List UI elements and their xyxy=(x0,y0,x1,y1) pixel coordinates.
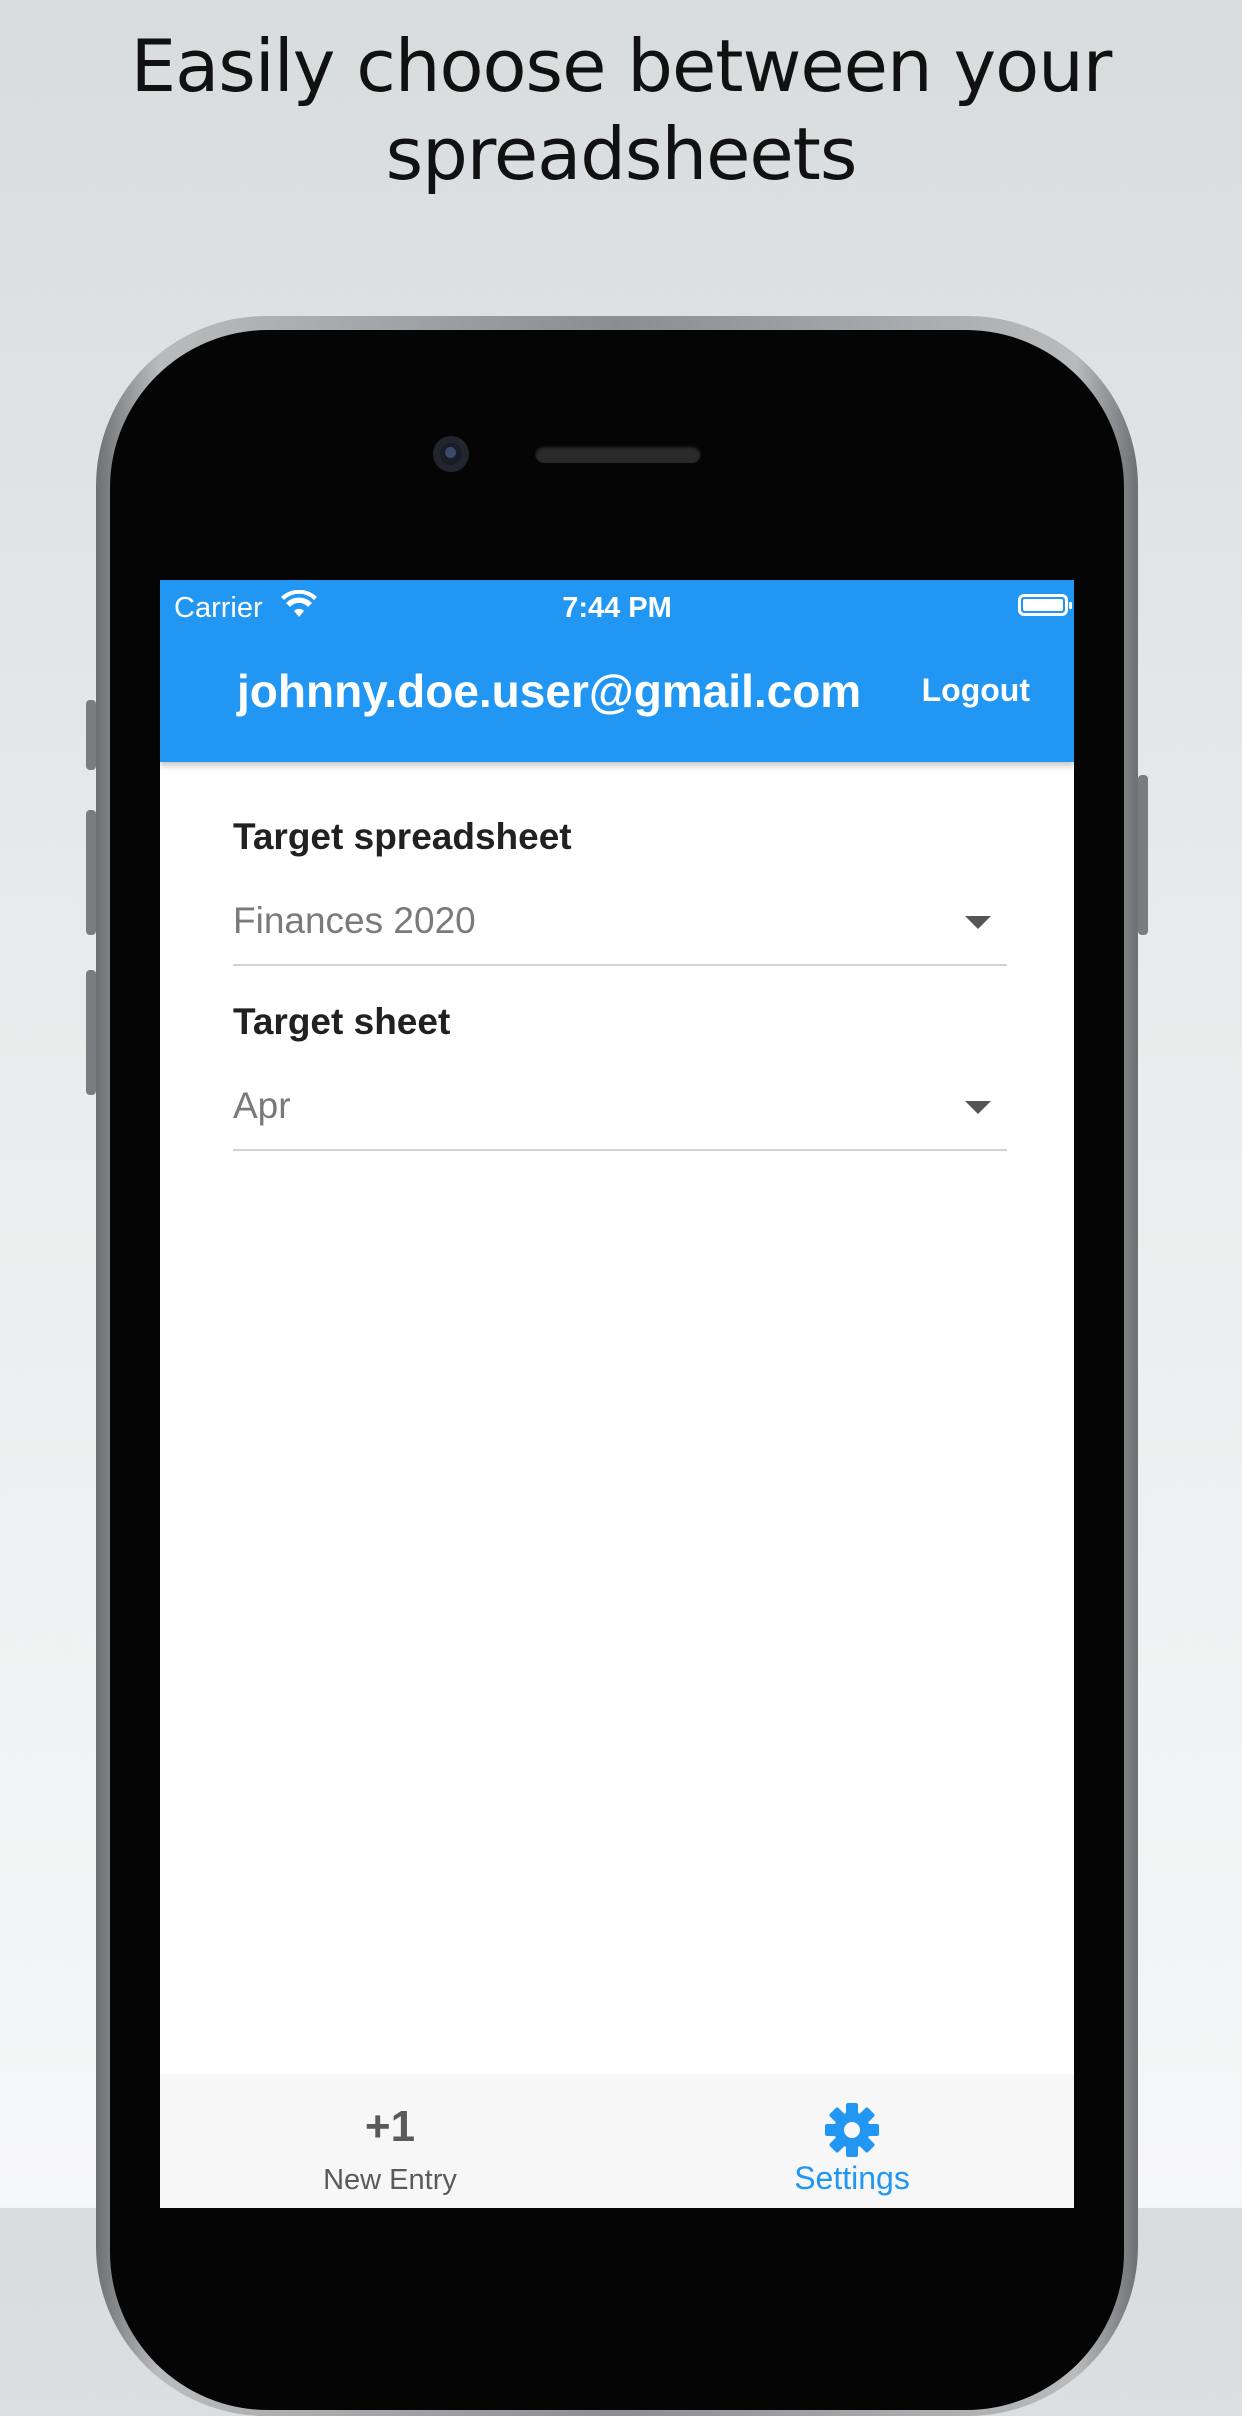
nav-tab-new-entry-label: New Entry xyxy=(323,2164,457,2196)
phone-volume-down xyxy=(86,970,96,1095)
target-sheet-value: Apr xyxy=(233,1085,291,1126)
plus-one-icon: +1 xyxy=(364,2102,416,2151)
account-email-title: johnny.doe.user@gmail.com xyxy=(237,665,862,717)
target-spreadsheet-value: Finances 2020 xyxy=(233,900,476,941)
app-screen: Carrier 7:44 PM johnny.doe.user@gmail.co… xyxy=(160,580,1074,2208)
nav-tab-new-entry[interactable]: +1 New Entry xyxy=(240,2074,540,2208)
gear-icon xyxy=(824,2102,880,2163)
phone-volume-up xyxy=(86,810,96,935)
target-spreadsheet-dropdown[interactable]: Finances 2020 xyxy=(233,894,1007,966)
earpiece-speaker xyxy=(535,445,701,463)
dropdown-arrow-icon xyxy=(965,1101,991,1114)
dropdown-arrow-icon xyxy=(965,916,991,929)
phone-power-button xyxy=(1138,775,1148,935)
app-bar: Carrier 7:44 PM johnny.doe.user@gmail.co… xyxy=(160,580,1074,762)
battery-icon xyxy=(1018,594,1072,616)
target-spreadsheet-label: Target spreadsheet xyxy=(233,816,572,857)
headline-line-1: Easily choose between your xyxy=(130,24,1113,108)
logout-button[interactable]: Logout xyxy=(922,672,1030,709)
front-camera-icon xyxy=(433,436,469,472)
nav-tab-settings-label: Settings xyxy=(794,2160,910,2196)
target-sheet-label: Target sheet xyxy=(233,1001,451,1042)
phone-mute-switch xyxy=(86,700,96,770)
nav-tab-settings[interactable]: Settings xyxy=(702,2074,1002,2208)
target-sheet-dropdown[interactable]: Apr xyxy=(233,1079,1007,1151)
headline-line-2: spreadsheets xyxy=(385,112,858,196)
bottom-navigation-bar: +1 New Entry Settings xyxy=(160,2074,1074,2208)
status-time: 7:44 PM xyxy=(562,592,672,624)
marketing-headline: Easily choose between your spreadsheets xyxy=(0,22,1242,198)
